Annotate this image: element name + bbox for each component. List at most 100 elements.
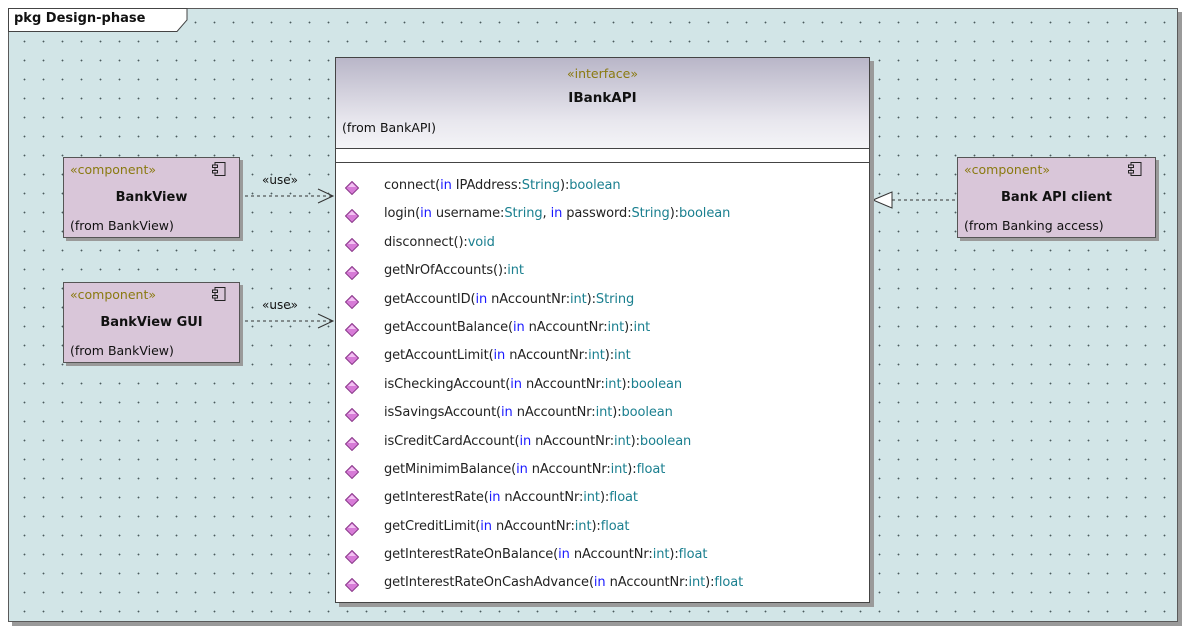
operation-row[interactable]: login(in username:String, in password:St…	[336, 204, 869, 232]
param-name: username:	[431, 206, 505, 222]
operation-name: getAccountID(	[384, 291, 476, 307]
operation-row[interactable]: getMinimimBalance(in nAccountNr:int):flo…	[336, 460, 869, 488]
return-type: float	[636, 461, 666, 477]
operation-signature: getInterestRateOnCashAdvance(in nAccount…	[384, 575, 743, 590]
operation-diamond-icon	[345, 294, 359, 309]
operation-diamond-icon	[345, 209, 359, 224]
param-type: int	[583, 490, 600, 506]
operation-diamond-icon	[345, 521, 359, 536]
operation-diamond-icon	[345, 464, 359, 479]
operation-signature: disconnect():void	[384, 235, 495, 250]
operation-signature: isCreditCardAccount(in nAccountNr:int):b…	[384, 434, 691, 449]
operation-signature: getMinimimBalance(in nAccountNr:int):flo…	[384, 462, 665, 477]
param-name: password:	[562, 206, 632, 222]
param-direction: in	[593, 575, 606, 591]
return-type: boolean	[630, 376, 682, 392]
operation-close: ):	[586, 291, 596, 307]
operation-diamond-icon	[345, 550, 359, 565]
operation-diamond-icon	[345, 266, 359, 281]
component-bankview-gui[interactable]: «component» BankView GUI (from BankView)	[63, 282, 240, 363]
param-type: String	[504, 206, 543, 222]
operation-close: ):	[599, 490, 610, 506]
operations-compartment: connect(in IPAddress:String):boolean logi…	[336, 176, 869, 602]
param-type: int	[607, 319, 625, 335]
operation-signature: getInterestRateOnBalance(in nAccountNr:i…	[384, 547, 707, 562]
return-type: String	[595, 291, 635, 307]
operation-diamond-icon	[345, 578, 359, 593]
param-name: IPAddress:	[451, 178, 522, 193]
param-name: nAccountNr:	[487, 291, 570, 307]
operation-signature: getAccountLimit(in nAccountNr:int):int	[384, 348, 631, 363]
param-name: nAccountNr:	[527, 461, 611, 477]
param-name: nAccountNr:	[512, 405, 596, 421]
operation-name: getAccountBalance(	[384, 319, 513, 335]
operation-close: ):	[591, 518, 601, 534]
param-name: nAccountNr:	[500, 490, 584, 506]
operation-close: ):	[705, 575, 715, 591]
operation-row[interactable]: getAccountID(in nAccountNr:int):String	[336, 290, 869, 318]
operation-close: ):	[621, 376, 631, 392]
param-type: int	[688, 575, 706, 591]
param-name: nAccountNr:	[531, 433, 614, 449]
component-icon	[212, 287, 226, 301]
return-type: boolean	[678, 206, 731, 222]
param-name: nAccountNr:	[524, 319, 608, 335]
interface-header: «interface» IBankAPI (from BankAPI)	[336, 58, 869, 149]
operation-name: getCreditLimit(	[384, 518, 481, 534]
operation-row[interactable]: getInterestRateOnCashAdvance(in nAccount…	[336, 573, 869, 601]
operation-diamond-icon	[345, 351, 359, 366]
operation-row[interactable]: getAccountBalance(in nAccountNr:int):int	[336, 318, 869, 346]
operation-row[interactable]: isCheckingAccount(in nAccountNr:int):boo…	[336, 375, 869, 403]
operation-signature: getInterestRate(in nAccountNr:int):float	[384, 490, 638, 505]
param-separator: ,	[542, 206, 551, 222]
realization-arrowhead	[871, 191, 893, 209]
operation-row[interactable]: isSavingsAccount(in nAccountNr:int):bool…	[336, 403, 869, 431]
operation-signature: isCheckingAccount(in nAccountNr:int):boo…	[384, 377, 682, 392]
operation-row[interactable]: isCreditCardAccount(in nAccountNr:int):b…	[336, 432, 869, 460]
operation-row[interactable]: connect(in IPAddress:String):boolean	[336, 176, 869, 204]
param-direction: in	[510, 376, 522, 392]
operation-signature: getNrOfAccounts():int	[384, 263, 524, 278]
interface-stereotype: «interface»	[566, 66, 639, 81]
operation-close: ):	[560, 178, 570, 193]
component-bank-api-client[interactable]: «component» Bank API client (from Bankin…	[957, 157, 1156, 238]
operation-signature: getAccountID(in nAccountNr:int):String	[384, 292, 634, 307]
param-name: nAccountNr:	[605, 575, 689, 591]
component-from: (from Banking access)	[964, 218, 1104, 233]
operation-name: connect(	[384, 178, 441, 193]
operation-name: getAccountLimit(	[384, 348, 494, 364]
param-name: nAccountNr:	[491, 518, 575, 534]
operation-signature: getAccountBalance(in nAccountNr:int):int	[384, 320, 650, 335]
operation-row[interactable]: getNrOfAccounts():int	[336, 261, 869, 289]
operation-close: ):	[630, 433, 640, 449]
param-direction: in	[420, 206, 432, 222]
operation-name: isSavingsAccount(	[384, 405, 502, 421]
operation-diamond-icon	[345, 181, 359, 195]
return-type: float	[600, 518, 630, 534]
operation-row[interactable]: getInterestRateOnBalance(in nAccountNr:i…	[336, 545, 869, 573]
param-direction: in	[501, 405, 513, 421]
operation-name: getInterestRate(	[384, 490, 489, 506]
operation-name: isCreditCardAccount(	[384, 433, 520, 449]
param-type: String	[631, 206, 670, 222]
interface-ibankapi[interactable]: «interface» IBankAPI (from BankAPI) conn…	[335, 57, 870, 603]
operation-row[interactable]: getCreditLimit(in nAccountNr:int):float	[336, 517, 869, 545]
param-type: int	[588, 348, 605, 364]
operation-signature: connect(in IPAddress:String):boolean	[384, 178, 621, 193]
param-direction: in	[475, 291, 488, 307]
param-direction: in	[480, 518, 492, 534]
operation-diamond-icon	[345, 436, 359, 451]
attributes-compartment	[336, 148, 869, 163]
component-stereotype: «component»	[70, 162, 157, 177]
operation-row[interactable]: getInterestRate(in nAccountNr:int):float	[336, 488, 869, 516]
operation-signature: getCreditLimit(in nAccountNr:int):float	[384, 518, 630, 534]
operation-close: ):	[669, 206, 679, 222]
param-type: String	[521, 178, 560, 193]
return-type: boolean	[569, 178, 621, 193]
param-name: nAccountNr:	[505, 348, 589, 364]
interface-name: IBankAPI	[568, 90, 637, 106]
component-bankview[interactable]: «component» BankView (from BankView)	[63, 157, 240, 238]
operation-row[interactable]: disconnect():void	[336, 233, 869, 261]
operation-name: getInterestRateOnCashAdvance(	[384, 575, 594, 591]
operation-row[interactable]: getAccountLimit(in nAccountNr:int):int	[336, 346, 869, 374]
